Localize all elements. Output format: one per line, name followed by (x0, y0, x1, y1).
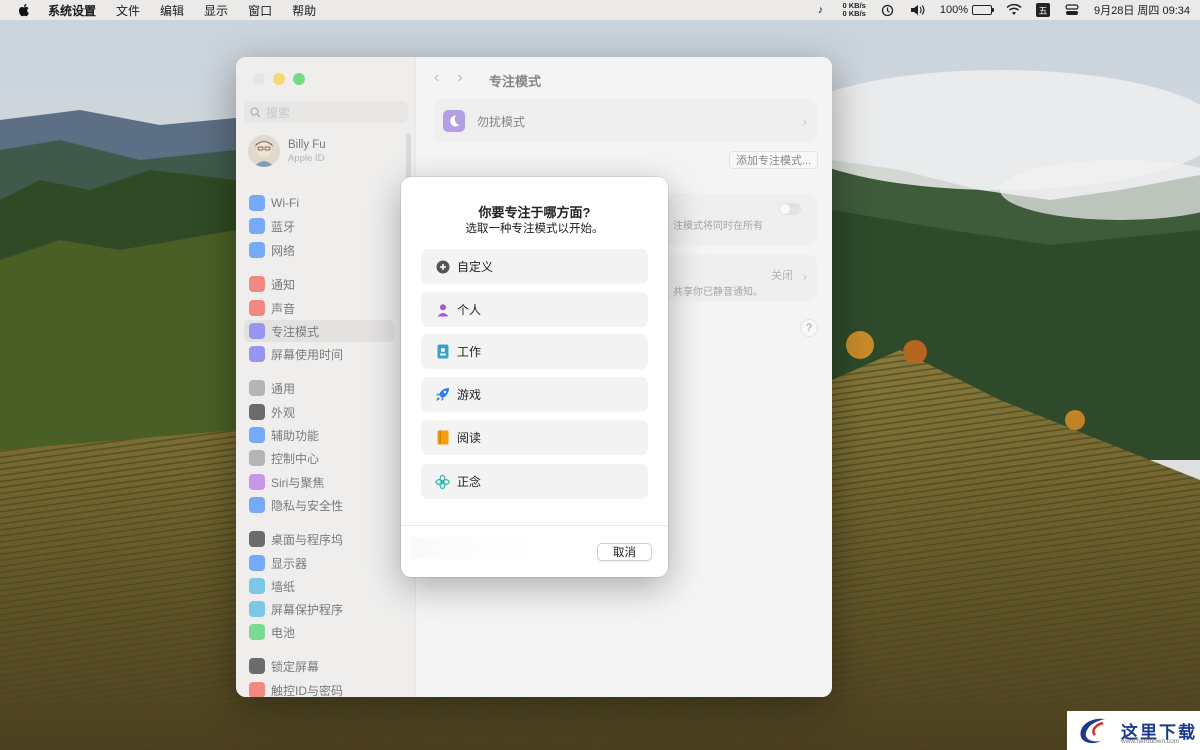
option-personal[interactable]: 个人 (421, 292, 648, 327)
menu-edit[interactable]: 编辑 (160, 2, 184, 19)
flower-icon (435, 474, 450, 489)
watermark-swoosh-icon (1080, 718, 1105, 743)
volume-icon[interactable] (910, 3, 926, 17)
network-speed[interactable]: 0 KB/s 0 KB/s (843, 2, 866, 18)
book-icon (435, 430, 450, 445)
rocket-icon (435, 387, 450, 402)
cancel-button[interactable]: 取消 (597, 543, 652, 561)
option-reading[interactable]: 阅读 (421, 420, 648, 455)
menu-clock[interactable]: 9月28日 周四 09:34 (1094, 2, 1190, 18)
option-label: 工作 (457, 345, 482, 359)
menu-bar: 系统设置 文件 编辑 显示 窗口 帮助 ♪ 0 KB/s 0 KB/s 100%… (0, 0, 1200, 20)
menu-file[interactable]: 文件 (116, 2, 140, 19)
option-label: 自定义 (457, 260, 494, 274)
watermark-url: www.herodown.com (1121, 738, 1180, 745)
menu-window[interactable]: 窗口 (248, 2, 272, 19)
battery-percent: 100% (939, 4, 968, 16)
plus-circle-icon (435, 259, 450, 274)
option-gaming[interactable]: 游戏 (421, 377, 648, 412)
option-custom[interactable]: 自定义 (421, 249, 648, 284)
sheet-title: 你要专注于哪方面? (478, 205, 591, 220)
focus-picker-sheet: 你要专注于哪方面? 选取一种专注模式以开始。 自定义 个人 工作 游戏 阅读 正… (401, 177, 668, 577)
option-label: 个人 (457, 303, 482, 317)
net-download: 0 KB/s (842, 9, 866, 18)
input-method-icon[interactable]: 五 (1036, 3, 1050, 17)
option-mindfulness[interactable]: 正念 (421, 464, 648, 499)
control-center-icon[interactable] (1064, 3, 1080, 17)
option-label: 正念 (457, 475, 482, 489)
battery-icon (972, 5, 994, 15)
apple-menu-icon[interactable] (16, 2, 32, 18)
option-label: 阅读 (457, 431, 482, 445)
time-machine-icon[interactable] (880, 3, 896, 17)
sheet-footer-area (411, 537, 536, 559)
sheet-divider (401, 525, 668, 526)
menu-view[interactable]: 显示 (204, 2, 228, 19)
menu-app-name[interactable]: 系统设置 (48, 2, 96, 19)
menu-help[interactable]: 帮助 (292, 2, 316, 19)
wifi-icon[interactable] (1006, 3, 1022, 17)
watermark-logo: 这里下载 www.herodown.com (1067, 711, 1200, 750)
id-badge-icon (435, 344, 450, 359)
person-icon (435, 302, 450, 317)
option-label: 游戏 (457, 388, 482, 402)
music-note-icon[interactable]: ♪ (813, 3, 829, 17)
sheet-subtitle: 选取一种专注模式以开始。 (465, 223, 604, 235)
option-work[interactable]: 工作 (421, 334, 648, 369)
battery-status[interactable]: 100% (939, 4, 994, 16)
